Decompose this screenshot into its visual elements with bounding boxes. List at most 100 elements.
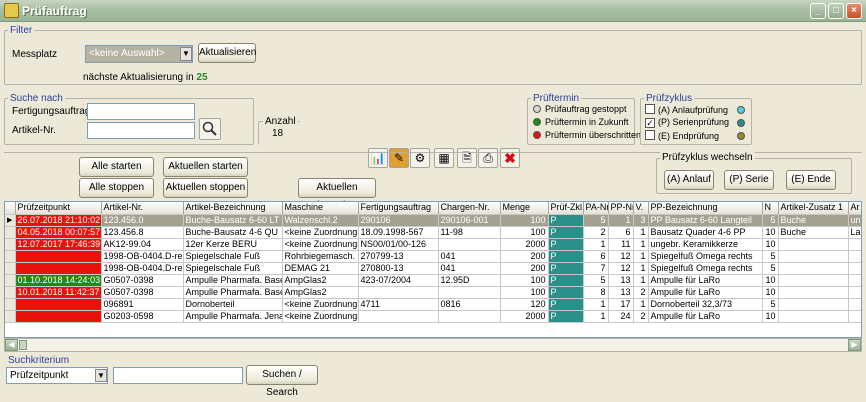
anlauf-button[interactable]: (A) Anlauf [664,170,714,190]
table-row[interactable]: 12.07.2017 17:46:39 AK12-99.04 12er Kerze … [5,238,861,251]
aktuellen-stoppen-button[interactable]: Aktuellen stoppen [163,178,248,198]
checkbox-checked-icon[interactable]: ✓ [645,118,655,128]
column-header[interactable]: N [762,202,779,215]
auftrag-input[interactable] [87,103,195,120]
chevron-down-icon[interactable]: ▼ [95,369,107,382]
scroll-thumb[interactable] [19,340,27,350]
table-cell-ppbez: Ampulle für LaRo [648,274,763,287]
column-header[interactable]: Ar [848,202,861,215]
table-cell-ar [848,274,861,287]
suchkriterium-input[interactable] [113,367,243,384]
column-header[interactable]: Chargen-Nr. [438,202,501,215]
column-header[interactable]: V. [633,202,649,215]
suche-group-label: Suche nach [8,93,65,104]
row-indicator[interactable] [5,298,16,311]
column-header[interactable]: PA-Nr. [583,202,609,215]
table-cell-zkl: P [548,298,584,311]
column-header[interactable]: Maschine [282,202,359,215]
preview-icon[interactable]: 🗎 [457,148,477,168]
table-row[interactable]: 04.05.2018 00:07:57 123.456.8 Buche-Bausat… [5,226,861,239]
alle-stoppen-button[interactable]: Alle stoppen [79,178,154,198]
table-cell-pp: 12 [608,262,634,275]
table-icon[interactable]: ▦ [434,148,454,168]
column-header[interactable] [5,202,16,215]
horizontal-scrollbar[interactable]: ◀ ▶ [4,338,862,352]
table-cell-v: 2 [633,286,649,299]
search-button[interactable] [199,118,221,140]
column-header[interactable]: Prüf-Zkl. [548,202,584,215]
row-indicator[interactable] [5,226,16,239]
table-row[interactable]: G0203-0598 Ampulle Pharmafa. Jena <keine Z… [5,310,861,323]
row-indicator[interactable] [5,262,16,275]
table-cell-charge [438,286,501,299]
row-indicator[interactable] [5,310,16,323]
table-cell-bez: Spiegelschale Fuß [183,262,283,275]
close-button[interactable]: × [846,3,862,19]
alle-starten-button[interactable]: Alle starten [79,157,154,177]
table-cell-zkl: P [548,226,584,239]
column-header[interactable]: Prüfzeitpunkt [15,202,102,215]
row-indicator[interactable] [5,274,16,287]
edit-icon[interactable]: ✎ [389,148,409,168]
table-cell-zkl: P [548,274,584,287]
table-cell-ppbez: Ampulle für LaRo [648,310,763,323]
checkbox-icon[interactable] [645,130,655,140]
scroll-right-icon[interactable]: ▶ [848,339,861,351]
minimize-button[interactable]: _ [810,3,826,19]
scroll-left-icon[interactable]: ◀ [5,339,18,351]
ende-button[interactable]: (E) Ende [786,170,836,190]
column-header[interactable]: Artikel-Bezeichnung [183,202,283,215]
table-cell-zkl: P [548,262,584,275]
print-icon[interactable]: ⎙ [478,148,498,168]
anlauf-checkbox[interactable]: (A) Anlaufprüfung [645,104,728,115]
table-cell-ppbez: Dornoberteil 32,3/73 [648,298,763,311]
table-cell-zusatz [778,310,849,323]
row-indicator[interactable]: ▶ [5,214,16,227]
table-cell-artikel: G0507-0398 [101,286,184,299]
delete-icon[interactable]: ✖ [500,148,520,168]
row-indicator[interactable] [5,238,16,251]
table-row[interactable]: 10.01.2018 11:42:37 G0507-0398 Ampulle Pha… [5,286,861,299]
chevron-down-icon[interactable]: ▼ [180,47,192,61]
serie-checkbox[interactable]: ✓ (P) Serienprüfung [645,117,729,128]
table-row[interactable]: 01.10.2018 14:24:03 G0507-0398 Ampulle Pha… [5,274,861,287]
chart-icon[interactable]: 📊 [368,148,388,168]
pruefzyklus-group-label: Prüfzyklus [644,93,695,104]
table-cell-menge: 100 [500,286,549,299]
table-cell-pp: 13 [608,274,634,287]
row-indicator[interactable] [5,286,16,299]
aktuellen-beenden-button[interactable]: Aktuellen beenden [298,178,376,211]
next-refresh-label: nächste Aktualisierung in [83,72,194,83]
ende-checkbox[interactable]: (E) Endprüfung [645,130,719,141]
maximize-button[interactable]: □ [828,3,844,19]
table-cell-artikel: 1998-OB-0404.D-re [101,250,184,263]
column-header[interactable]: Fertigungsauftrag [358,202,439,215]
table-cell-v: 1 [633,298,649,311]
table-cell-bez: Ampulle Pharmafa. Jena [183,310,283,323]
machine-icon[interactable]: ⚙ [410,148,430,168]
table-row[interactable]: 096891 Dornoberteil <keine Zuordnung> 4711 0… [5,298,861,311]
aktualisieren-button[interactable]: Aktualisieren [198,43,256,63]
table-cell-time: 04.05.2018 00:07:57 [15,226,102,239]
checkbox-icon[interactable] [645,104,655,114]
row-indicator[interactable] [5,250,16,263]
serie-button[interactable]: (P) Serie [724,170,774,190]
artikel-input[interactable] [87,122,195,139]
table-cell-maschine: Rohrbiegemasch. [282,250,359,263]
suchkriterium-select[interactable]: Prüfzeitpunkt [6,367,108,384]
column-header[interactable]: Artikel-Nr. [101,202,184,215]
column-header[interactable]: PP-Bezeichnung [648,202,763,215]
column-header[interactable]: Menge [500,202,549,215]
table-row[interactable]: ▶ 26.07.2018 21:10:02 123.456.0 Buche-Bausa… [5,214,861,227]
messplatz-label: Messplatz [12,49,58,60]
table-cell-pa: 8 [583,286,609,299]
messplatz-select[interactable]: <keine Auswahl> [85,45,193,63]
column-header[interactable]: Artikel-Zusatz 1 [778,202,849,215]
aktuellen-starten-button[interactable]: Aktuellen starten [163,157,248,177]
suchen-button[interactable]: Suchen / Search [246,365,318,398]
table-cell-v: 1 [633,238,649,251]
table-row[interactable]: 1998-OB-0404.D-re Spiegelschale Fuß DEMAG … [5,262,861,275]
table-cell-artikel: G0507-0398 [101,274,184,287]
table-row[interactable]: 1998-OB-0404.D-re Spiegelschale Fuß Rohrbi… [5,250,861,263]
column-header[interactable]: PP-Nr. [608,202,634,215]
